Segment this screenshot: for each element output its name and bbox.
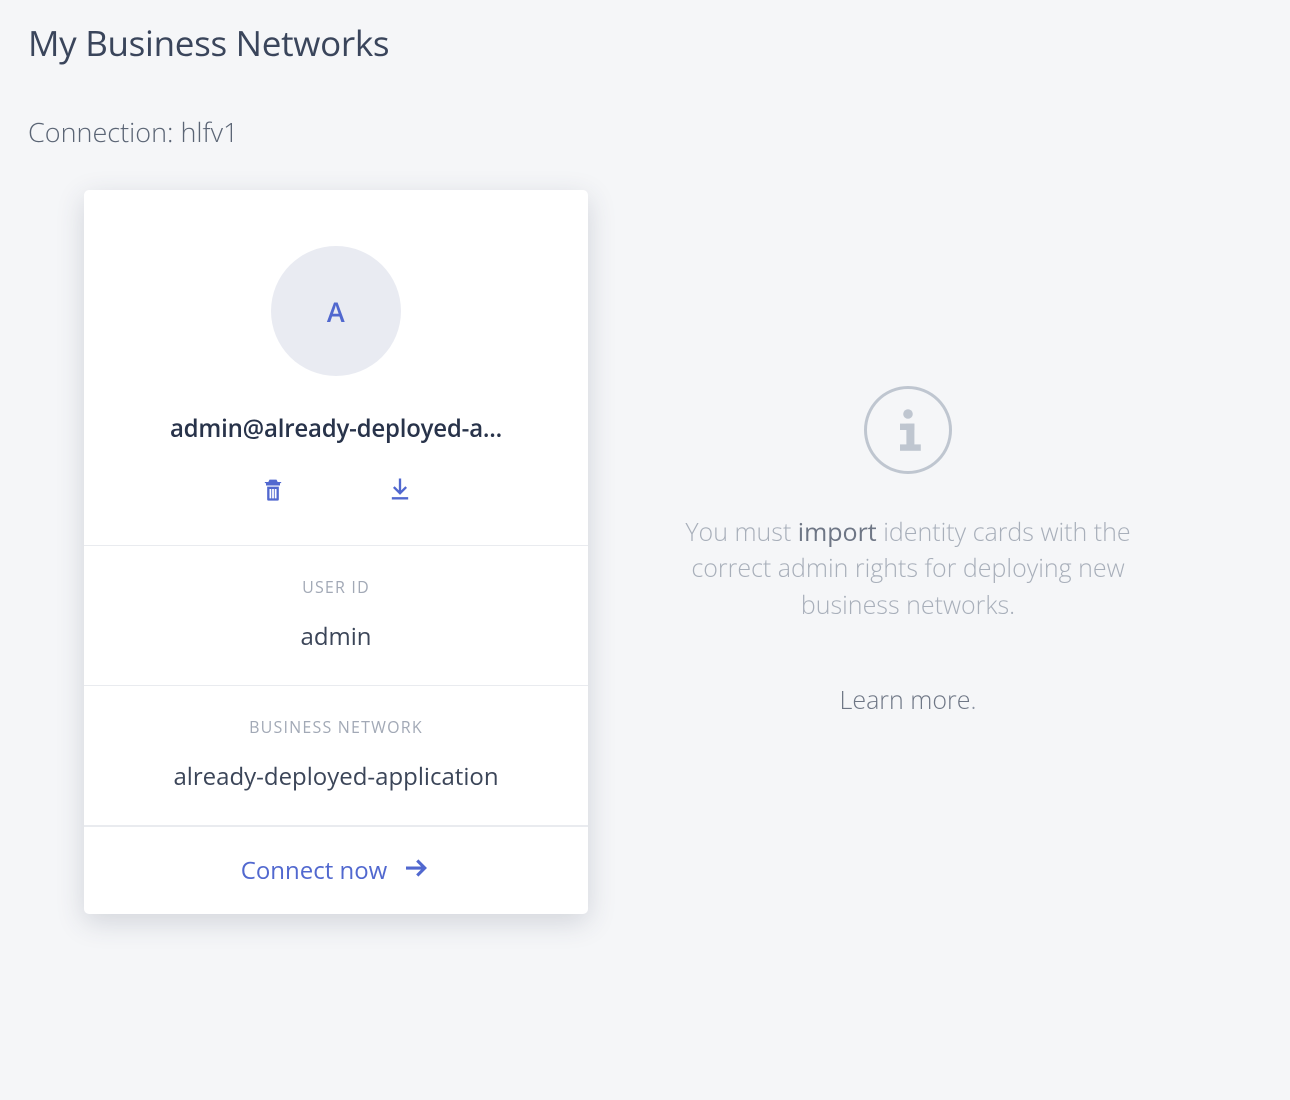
identity-email: admin@already-deployed-a...: [116, 412, 556, 445]
learn-more-text: Learn more: [840, 683, 971, 717]
connect-label: Connect now: [241, 854, 388, 887]
card-header: A admin@already-deployed-a...: [84, 190, 588, 546]
arrow-right-icon: [401, 853, 431, 888]
trash-icon: [259, 475, 287, 508]
learn-more-link[interactable]: Learn more.: [648, 683, 1168, 717]
learn-more-suffix: .: [971, 683, 977, 717]
info-text: You must import identity cards with the …: [648, 514, 1168, 623]
page-container: My Business Networks Connection: hlfv1 A…: [0, 0, 1290, 934]
business-network-label: BUSINESS NETWORK: [114, 716, 558, 738]
identity-card: A admin@already-deployed-a...: [84, 190, 588, 914]
info-text-prefix: You must: [685, 515, 797, 549]
connect-button[interactable]: Connect now: [84, 826, 588, 914]
user-id-value: admin: [114, 620, 558, 653]
business-network-section: BUSINESS NETWORK already-deployed-applic…: [84, 686, 588, 826]
card-actions: [114, 475, 558, 507]
avatar-initial: A: [327, 293, 345, 330]
avatar: A: [271, 246, 401, 376]
info-panel: You must import identity cards with the …: [648, 190, 1168, 717]
content-row: A admin@already-deployed-a...: [28, 190, 1262, 914]
connection-label: Connection: hlfv1: [28, 113, 1262, 150]
info-text-strong: import: [798, 515, 877, 549]
download-icon: [386, 475, 414, 508]
delete-button[interactable]: [257, 475, 289, 507]
business-network-value: already-deployed-application: [114, 760, 558, 793]
info-icon: [864, 386, 952, 474]
page-title: My Business Networks: [28, 20, 1262, 67]
user-id-section: USER ID admin: [84, 546, 588, 686]
user-id-label: USER ID: [114, 576, 558, 598]
download-button[interactable]: [384, 475, 416, 507]
